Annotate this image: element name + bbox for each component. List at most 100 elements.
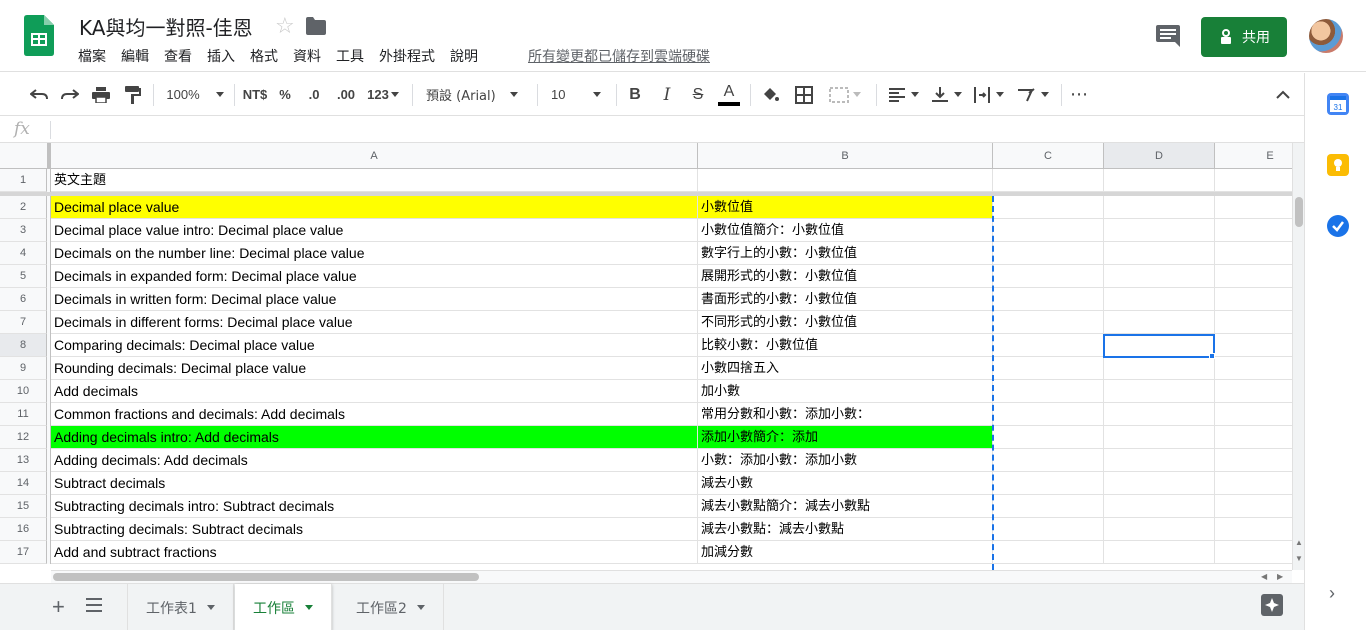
cell-d[interactable] <box>1104 426 1215 449</box>
cell-e[interactable] <box>1215 472 1292 495</box>
menu-insert[interactable]: 插入 <box>207 46 242 66</box>
formula-input[interactable] <box>56 119 1296 141</box>
cell-d[interactable] <box>1104 242 1215 265</box>
column-header-e[interactable]: E <box>1215 143 1292 169</box>
cell-b[interactable]: 不同形式的小數：小數位值 <box>698 311 993 334</box>
cell-b[interactable]: 小數：添加小數：添加小數 <box>698 449 993 472</box>
cell-a[interactable]: Rounding decimals: Decimal place value <box>51 357 698 380</box>
sheet-grid[interactable]: A B C D E 1 英文主題 2 Decimal place value 小數位值 3… <box>0 143 1292 570</box>
row-header[interactable]: 7 <box>0 311 47 334</box>
cell-c[interactable] <box>993 518 1104 541</box>
cell-a[interactable]: Add and subtract fractions <box>51 541 698 564</box>
cell-e[interactable] <box>1215 288 1292 311</box>
folder-icon[interactable] <box>306 17 326 35</box>
collapse-toolbar-icon[interactable] <box>1273 73 1293 116</box>
cell-e[interactable] <box>1215 242 1292 265</box>
align-left-icon[interactable] <box>886 73 922 116</box>
cell-b[interactable]: 加減分數 <box>698 541 993 564</box>
cell-b[interactable]: 減去小數點簡介：減去小數點 <box>698 495 993 518</box>
decrease-decimal-button[interactable]: .0 <box>303 73 325 116</box>
share-button[interactable]: 共用 <box>1201 17 1287 57</box>
row-header[interactable]: 6 <box>0 288 47 311</box>
font-size-select[interactable]: 10 <box>545 73 607 116</box>
borders-icon[interactable] <box>793 73 815 116</box>
cell-e[interactable] <box>1215 403 1292 426</box>
menu-addons[interactable]: 外掛程式 <box>379 46 442 66</box>
cell-b[interactable] <box>698 169 993 192</box>
keep-icon[interactable] <box>1327 154 1349 176</box>
cell-b[interactable]: 比較小數：小數位值 <box>698 334 993 357</box>
cell-a[interactable]: Decimal place value intro: Decimal place… <box>51 219 698 242</box>
cell-e[interactable] <box>1215 426 1292 449</box>
row-header[interactable]: 3 <box>0 219 47 242</box>
merge-cells-icon[interactable] <box>826 73 864 116</box>
cell-b[interactable]: 小數四捨五入 <box>698 357 993 380</box>
explore-icon[interactable] <box>1261 594 1283 616</box>
comment-icon[interactable] <box>1156 25 1180 47</box>
scroll-up-arrow[interactable]: ▲ <box>1295 538 1303 547</box>
cell-b[interactable]: 加小數 <box>698 380 993 403</box>
fill-color-icon[interactable] <box>760 73 782 116</box>
cell-c[interactable] <box>993 196 1104 219</box>
cell-c[interactable] <box>993 219 1104 242</box>
cell-d[interactable] <box>1104 196 1215 219</box>
cell-b[interactable]: 小數位值 <box>698 196 993 219</box>
cell-d[interactable] <box>1104 541 1215 564</box>
zoom-select[interactable]: 100% <box>162 73 228 116</box>
cell-c[interactable] <box>993 311 1104 334</box>
menu-file[interactable]: 檔案 <box>78 46 113 66</box>
cell-c[interactable] <box>993 426 1104 449</box>
menu-help[interactable]: 說明 <box>450 46 485 66</box>
cell-e[interactable] <box>1215 357 1292 380</box>
cell-c[interactable] <box>993 403 1104 426</box>
cell-d[interactable] <box>1104 449 1215 472</box>
tasks-icon[interactable] <box>1327 215 1349 237</box>
row-header[interactable]: 2 <box>0 196 47 219</box>
increase-decimal-button[interactable]: .00 <box>334 73 358 116</box>
cell-b[interactable]: 書面形式的小數：小數位值 <box>698 288 993 311</box>
row-header[interactable]: 10 <box>0 380 47 403</box>
add-sheet-icon[interactable]: + <box>52 594 65 620</box>
cell-c[interactable] <box>993 449 1104 472</box>
chevron-down-icon[interactable] <box>305 605 313 610</box>
document-title[interactable]: KA與均一對照-佳恩 <box>79 12 253 41</box>
all-sheets-icon[interactable] <box>86 598 102 612</box>
scroll-down-arrow[interactable]: ▼ <box>1295 554 1303 563</box>
save-status[interactable]: 所有變更都已儲存到雲端硬碟 <box>528 46 710 66</box>
cell-e[interactable] <box>1215 219 1292 242</box>
cell-b[interactable]: 數字行上的小數：小數位值 <box>698 242 993 265</box>
cell-d[interactable] <box>1104 403 1215 426</box>
scroll-right-arrow[interactable]: ▶ <box>1277 572 1283 581</box>
column-header-d[interactable]: D <box>1104 143 1215 169</box>
cell-c[interactable] <box>993 265 1104 288</box>
row-header[interactable]: 1 <box>0 169 47 192</box>
cell-d[interactable] <box>1104 219 1215 242</box>
fill-handle[interactable] <box>1209 353 1215 359</box>
cell-e[interactable] <box>1215 541 1292 564</box>
vertical-scroll-thumb[interactable] <box>1295 197 1303 227</box>
select-all-corner[interactable] <box>0 143 51 169</box>
cell-d[interactable] <box>1104 169 1215 192</box>
cell-c[interactable] <box>993 169 1104 192</box>
row-header[interactable]: 15 <box>0 495 47 518</box>
row-header[interactable]: 16 <box>0 518 47 541</box>
cell-c[interactable] <box>993 495 1104 518</box>
cell-a[interactable]: Add decimals <box>51 380 698 403</box>
row-header[interactable]: 8 <box>0 334 47 357</box>
undo-icon[interactable] <box>28 73 50 116</box>
cell-a[interactable]: Adding decimals intro: Add decimals <box>51 426 698 449</box>
cell-d[interactable] <box>1104 380 1215 403</box>
font-select[interactable]: 預設 (Arial) <box>420 73 526 116</box>
menu-data[interactable]: 資料 <box>293 46 328 66</box>
cell-a[interactable]: Decimals in written form: Decimal place … <box>51 288 698 311</box>
row-header[interactable]: 5 <box>0 265 47 288</box>
avatar[interactable] <box>1309 19 1343 53</box>
vertical-scrollbar[interactable]: ▲ ▼ <box>1292 143 1304 570</box>
vertical-align-icon[interactable] <box>929 73 965 116</box>
column-header-c[interactable]: C <box>993 143 1104 169</box>
redo-icon[interactable] <box>59 73 81 116</box>
cell-a[interactable]: 英文主題 <box>51 169 698 192</box>
cell-b[interactable]: 展開形式的小數：小數位值 <box>698 265 993 288</box>
more-formats-button[interactable]: 123 <box>364 73 402 116</box>
cell-a[interactable]: Comparing decimals: Decimal place value <box>51 334 698 357</box>
